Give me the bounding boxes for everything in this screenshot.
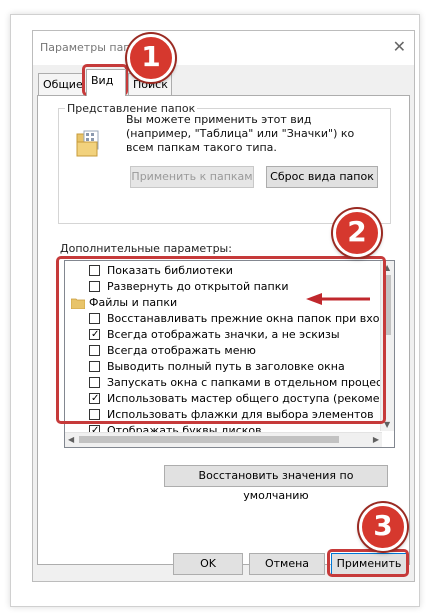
step-badge-1: 1 [127,34,175,82]
pointer-arrow-icon [306,293,370,305]
reset-folders-button[interactable]: Сброс вида папок [266,166,378,188]
tab-general[interactable]: Общие [38,73,84,95]
step-badge-3: 3 [359,503,407,551]
folder-view-description: Вы можете применить этот вид (например, … [126,113,355,154]
horizontal-scrollbar[interactable]: ◀ ▶ [65,432,382,447]
apply-to-folders-button[interactable]: Применить к папкам [130,166,254,188]
step-badge-2: 2 [333,209,381,257]
advanced-settings-label: Дополнительные параметры: [60,242,232,255]
restore-defaults-button[interactable]: Восстановить значения по умолчанию [164,465,388,502]
tab-view[interactable]: Вид [86,69,126,96]
cancel-button[interactable]: Отмена [249,553,325,575]
highlight-apply-button [327,549,409,577]
hscroll-thumb[interactable] [79,436,339,443]
scroll-left-icon[interactable]: ◀ [68,435,74,444]
close-icon[interactable]: ✕ [393,37,406,56]
scroll-right-icon[interactable]: ▶ [373,435,379,444]
folder-view-icon [76,130,99,157]
ok-button[interactable]: OK [173,553,243,575]
highlight-files-folders [56,256,386,424]
title-bar: Параметры папок ✕ [33,31,414,65]
